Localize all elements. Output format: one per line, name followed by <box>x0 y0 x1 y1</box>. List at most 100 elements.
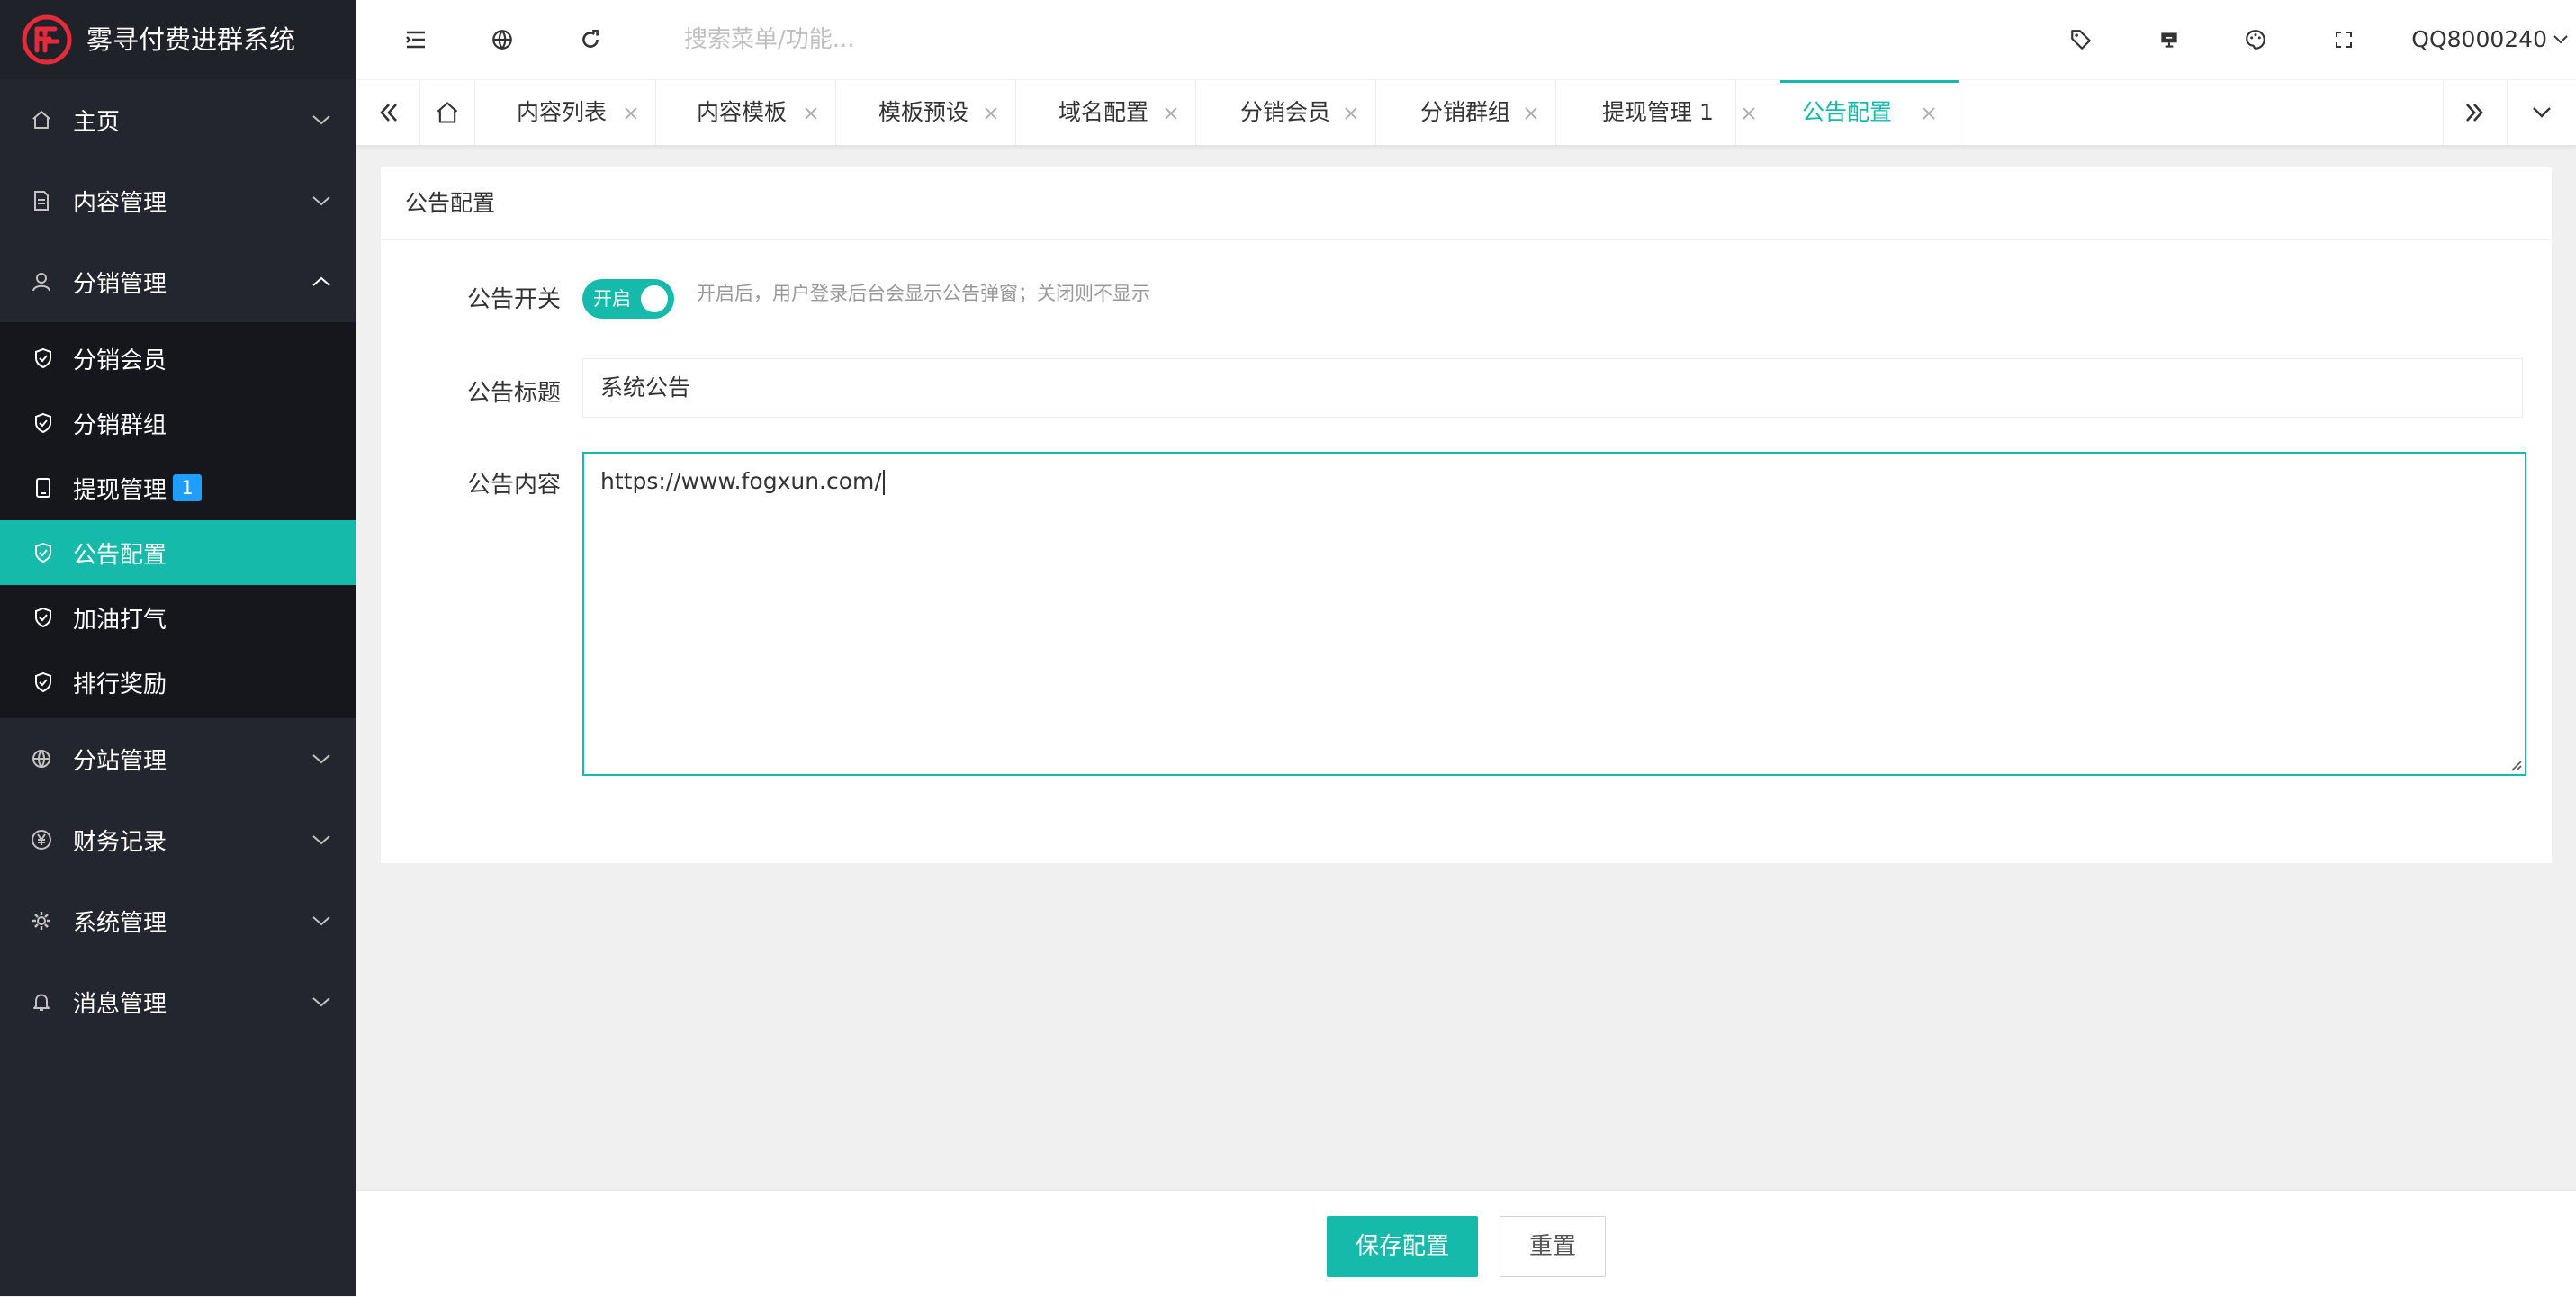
chevron-up-icon <box>311 274 331 290</box>
menu-collapse-icon[interactable] <box>401 25 430 54</box>
tab-bar: 内容列表 内容模板 模板预设 域名配置 分销会员 分销群组 提现管理 1 公告配… <box>356 80 2576 146</box>
close-icon[interactable] <box>983 105 999 122</box>
sidebar-item-label: 分站管理 <box>73 747 167 775</box>
sidebar-item-label: 提现管理 <box>73 476 167 504</box>
globe-icon <box>31 748 52 770</box>
sidebar-item-groups[interactable]: 分销群组 <box>0 391 356 455</box>
tab-label: 模板预设 <box>878 99 969 125</box>
close-icon[interactable] <box>1523 105 1539 122</box>
sidebar-item-label: 消息管理 <box>73 990 167 1018</box>
sidebar-item-system[interactable]: 系统管理 <box>0 880 356 961</box>
close-icon[interactable] <box>623 105 639 122</box>
announcement-title-input[interactable]: 系统公告 <box>582 358 2523 418</box>
sidebar-item-distribution[interactable]: 分销管理 <box>0 241 356 322</box>
sidebar-menu: 主页 内容管理 分销管理 分销会员 分销群组 提现管理 1 公告配置 加油打气 … <box>0 79 356 1042</box>
tabs-scroll-left-icon[interactable] <box>356 80 420 145</box>
announcement-switch[interactable]: 开启 <box>582 279 674 319</box>
card-title: 公告配置 <box>405 190 496 216</box>
chevron-down-icon <box>311 913 331 929</box>
content-text: https://www.fogxun.com/ <box>600 468 882 494</box>
top-header: 搜索菜单/功能... QQ8000240 <box>356 0 2576 80</box>
switch-knob <box>641 285 668 312</box>
close-icon[interactable] <box>803 105 819 122</box>
title-label: 公告标题 <box>466 380 561 407</box>
close-icon[interactable] <box>1343 105 1359 122</box>
sidebar-item-finance[interactable]: 财务记录 <box>0 799 356 880</box>
card-header: 公告配置 <box>381 167 2552 240</box>
brand-logo-icon <box>22 14 72 65</box>
refresh-icon[interactable] <box>576 25 605 54</box>
form-footer: 保存配置 重置 <box>356 1190 2576 1297</box>
sidebar-item-label: 内容管理 <box>73 189 167 217</box>
home-icon <box>31 109 52 131</box>
tab-label: 分销群组 <box>1420 99 1511 125</box>
monitor-icon[interactable] <box>2155 25 2184 54</box>
sidebar-item-home[interactable]: 主页 <box>0 79 356 160</box>
search-input[interactable]: 搜索菜单/功能... <box>684 0 855 79</box>
sidebar-item-label: 分销管理 <box>73 270 167 298</box>
tab-domain-config[interactable]: 域名配置 <box>1015 80 1196 145</box>
tab-announcement[interactable]: 公告配置 <box>1780 80 1959 145</box>
chevron-down-icon <box>311 193 331 209</box>
bell-icon <box>31 991 52 1013</box>
save-button[interactable]: 保存配置 <box>1327 1216 1478 1277</box>
sidebar-item-label: 分销群组 <box>73 411 167 439</box>
reset-button[interactable]: 重置 <box>1500 1216 1606 1277</box>
sidebar-item-withdraw[interactable]: 提现管理 1 <box>0 455 356 520</box>
tabs-scroll-right-icon[interactable] <box>2443 80 2508 145</box>
announcement-content-textarea[interactable]: https://www.fogxun.com/ <box>582 452 2526 776</box>
shield-check-icon <box>32 412 54 434</box>
notification-badge: 1 <box>173 474 202 501</box>
switch-label: 公告开关 <box>466 286 561 313</box>
sidebar-item-cheer[interactable]: 加油打气 <box>0 585 356 650</box>
resize-handle-icon[interactable] <box>2507 756 2523 772</box>
home-tab-icon[interactable] <box>420 80 475 145</box>
sidebar-item-messages[interactable]: 消息管理 <box>0 961 356 1042</box>
tab-distribution-members[interactable]: 分销会员 <box>1195 80 1376 145</box>
sidebar-item-announcement[interactable]: 公告配置 <box>0 520 356 585</box>
sidebar-item-label: 财务记录 <box>73 828 167 856</box>
palette-icon[interactable] <box>2241 25 2270 54</box>
content-label: 公告内容 <box>466 472 561 499</box>
chevron-down-icon <box>311 751 331 767</box>
tag-icon[interactable] <box>2067 25 2095 54</box>
user-icon <box>31 271 52 293</box>
fullscreen-icon[interactable] <box>2329 25 2358 54</box>
tab-distribution-groups[interactable]: 分销群组 <box>1375 80 1556 145</box>
close-icon[interactable] <box>1163 105 1179 122</box>
sidebar-item-members[interactable]: 分销会员 <box>0 326 356 391</box>
sidebar-item-content[interactable]: 内容管理 <box>0 160 356 241</box>
close-icon[interactable] <box>1741 105 1757 122</box>
sidebar-item-label: 主页 <box>73 108 121 136</box>
sidebar-item-label: 排行奖励 <box>73 671 167 698</box>
gear-icon <box>31 910 52 932</box>
user-menu[interactable]: QQ8000240 <box>2411 0 2576 79</box>
sidebar-item-ranking[interactable]: 排行奖励 <box>0 650 356 715</box>
tab-label: 分销会员 <box>1240 99 1331 125</box>
tab-content-list[interactable]: 内容列表 <box>475 80 656 145</box>
username: QQ8000240 <box>2411 26 2547 52</box>
tablet-icon <box>32 477 54 499</box>
tabs-dropdown-icon[interactable] <box>2508 80 2576 145</box>
shield-check-icon <box>32 671 54 693</box>
tab-template-preset[interactable]: 模板预设 <box>835 80 1016 145</box>
sidebar-item-label: 公告配置 <box>73 541 167 569</box>
tab-label: 公告配置 <box>1802 99 1893 125</box>
document-icon <box>31 190 52 212</box>
tab-content-template[interactable]: 内容模板 <box>655 80 836 145</box>
tab-label: 提现管理 1 <box>1602 99 1714 125</box>
logo-bar: 雾寻付费进群系统 <box>0 0 356 79</box>
sidebar: 雾寻付费进群系统 主页 内容管理 分销管理 分销会员 分销群组 提现管理 1 公… <box>0 0 356 1296</box>
tab-withdraw[interactable]: 提现管理 1 <box>1555 80 1755 145</box>
app-title: 雾寻付费进群系统 <box>86 24 296 55</box>
switch-text: 开启 <box>593 288 631 310</box>
sidebar-item-label: 加油打气 <box>73 606 167 634</box>
chevron-down-icon <box>2553 32 2569 47</box>
close-icon[interactable] <box>1921 105 1937 122</box>
switch-tip: 开启后，用户登录后台会显示公告弹窗；关闭则不显示 <box>697 283 1150 304</box>
sidebar-item-label: 系统管理 <box>73 909 167 937</box>
chevron-down-icon <box>311 832 331 848</box>
sidebar-item-substation[interactable]: 分站管理 <box>0 718 356 799</box>
tab-label: 内容列表 <box>517 99 608 125</box>
globe-icon[interactable] <box>488 25 517 54</box>
